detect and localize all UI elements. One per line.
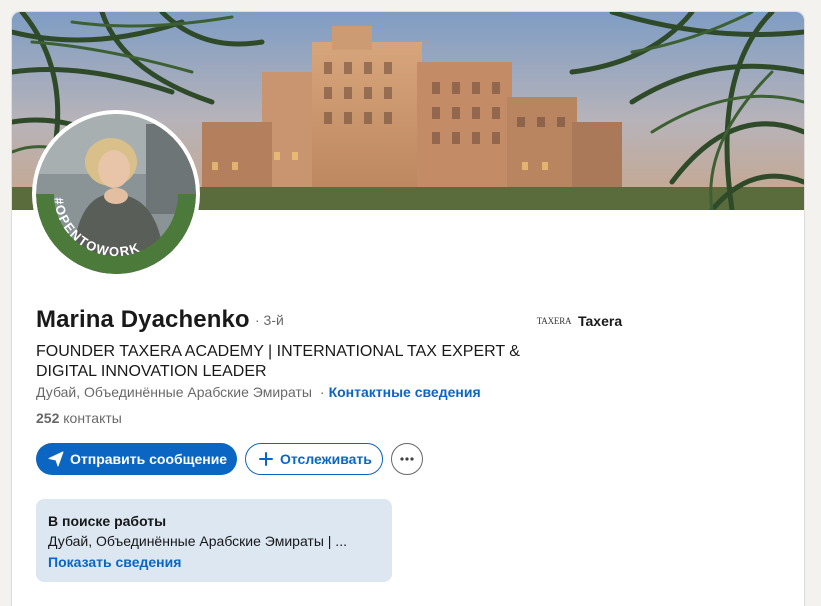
follow-button[interactable]: Отслеживать — [245, 443, 383, 475]
connections-label: контакты — [63, 410, 122, 426]
company-name: Taxera — [578, 313, 623, 329]
message-button-label: Отправить сообщение — [70, 451, 228, 467]
profile-card: #OPENTOWORK Marina Dyachenko · 3-й FOUND… — [12, 12, 804, 606]
profile-avatar[interactable]: #OPENTOWORK — [36, 114, 196, 274]
connections-count: 252 контакты — [36, 410, 122, 426]
connection-degree: · 3-й — [255, 312, 284, 328]
profile-headline: FOUNDER TAXERA ACADEMY | INTERNATIONAL T… — [36, 343, 520, 380]
plus-icon — [258, 451, 274, 467]
profile-name: Marina Dyachenko — [36, 306, 250, 333]
show-details-link[interactable]: Показать сведения — [48, 552, 380, 573]
ellipsis-icon — [399, 456, 415, 462]
location-separator: · — [319, 384, 325, 400]
open-to-work-details: Дубай, Объединённые Арабские Эмираты | .… — [48, 533, 347, 549]
location-row: Дубай, Объединённые Арабские Эмираты · Кон… — [36, 384, 481, 400]
connections-number: 252 — [36, 410, 60, 426]
contact-info-link[interactable]: Контактные сведения — [329, 384, 481, 400]
open-to-work-box: В поиске работы Дубай, Объединённые Араб… — [36, 499, 392, 582]
send-icon — [48, 451, 64, 467]
follow-button-label: Отслеживать — [280, 451, 372, 467]
message-button[interactable]: Отправить сообщение — [36, 443, 237, 475]
open-to-work-title: В поиске работы — [48, 513, 167, 529]
profile-actions: Отправить сообщение Отслеживать — [36, 443, 423, 475]
more-actions-button[interactable] — [391, 443, 423, 475]
company-logo: TAXERA — [536, 316, 572, 326]
profile-location: Дубай, Объединённые Арабские Эмираты — [36, 384, 312, 400]
current-company[interactable]: TAXERA Taxera — [536, 313, 623, 329]
